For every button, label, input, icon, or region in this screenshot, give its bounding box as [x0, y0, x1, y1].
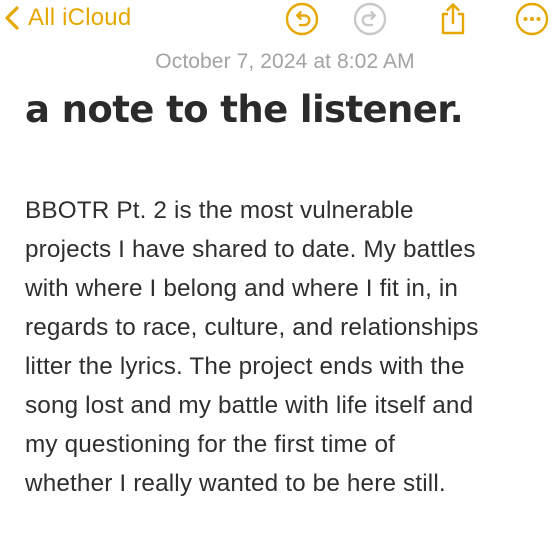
- share-icon: [438, 2, 468, 36]
- more-icon: [515, 2, 549, 36]
- redo-icon: [353, 2, 387, 36]
- note-body-line: BBOTR Pt. 2 is the most vulnerable: [25, 197, 414, 224]
- note-toolbar: All iCloud: [0, 0, 560, 40]
- back-button-label: All iCloud: [28, 4, 132, 31]
- share-button[interactable]: [435, 1, 471, 37]
- chevron-left-icon: [4, 5, 20, 31]
- more-button[interactable]: [514, 1, 550, 37]
- redo-button[interactable]: [352, 1, 388, 37]
- note-body-line: litter the lyrics. The project ends with…: [25, 353, 465, 380]
- note-body-line: projects I have shared to date. My battl…: [25, 236, 476, 263]
- undo-button[interactable]: [284, 1, 320, 37]
- note-body[interactable]: BBOTR Pt. 2 is the most vulnerable proje…: [25, 191, 560, 503]
- note-title[interactable]: a note to the listener.: [25, 88, 464, 131]
- note-body-line: with where I belong and where I fit in, …: [25, 275, 459, 302]
- note-date: October 7, 2024 at 8:02 AM: [155, 50, 415, 73]
- note-body-line: whether I really wanted to be here still…: [25, 470, 446, 497]
- note-body-line: my questioning for the first time of: [25, 431, 396, 458]
- notes-editor: All iCloud October 7, 2024 at 8:02 AM a …: [0, 0, 560, 560]
- back-button[interactable]: All iCloud: [4, 2, 131, 34]
- note-body-line: regards to race, culture, and relationsh…: [25, 314, 479, 341]
- note-body-line: song lost and my battle with life itself…: [25, 392, 474, 419]
- undo-icon: [285, 2, 319, 36]
